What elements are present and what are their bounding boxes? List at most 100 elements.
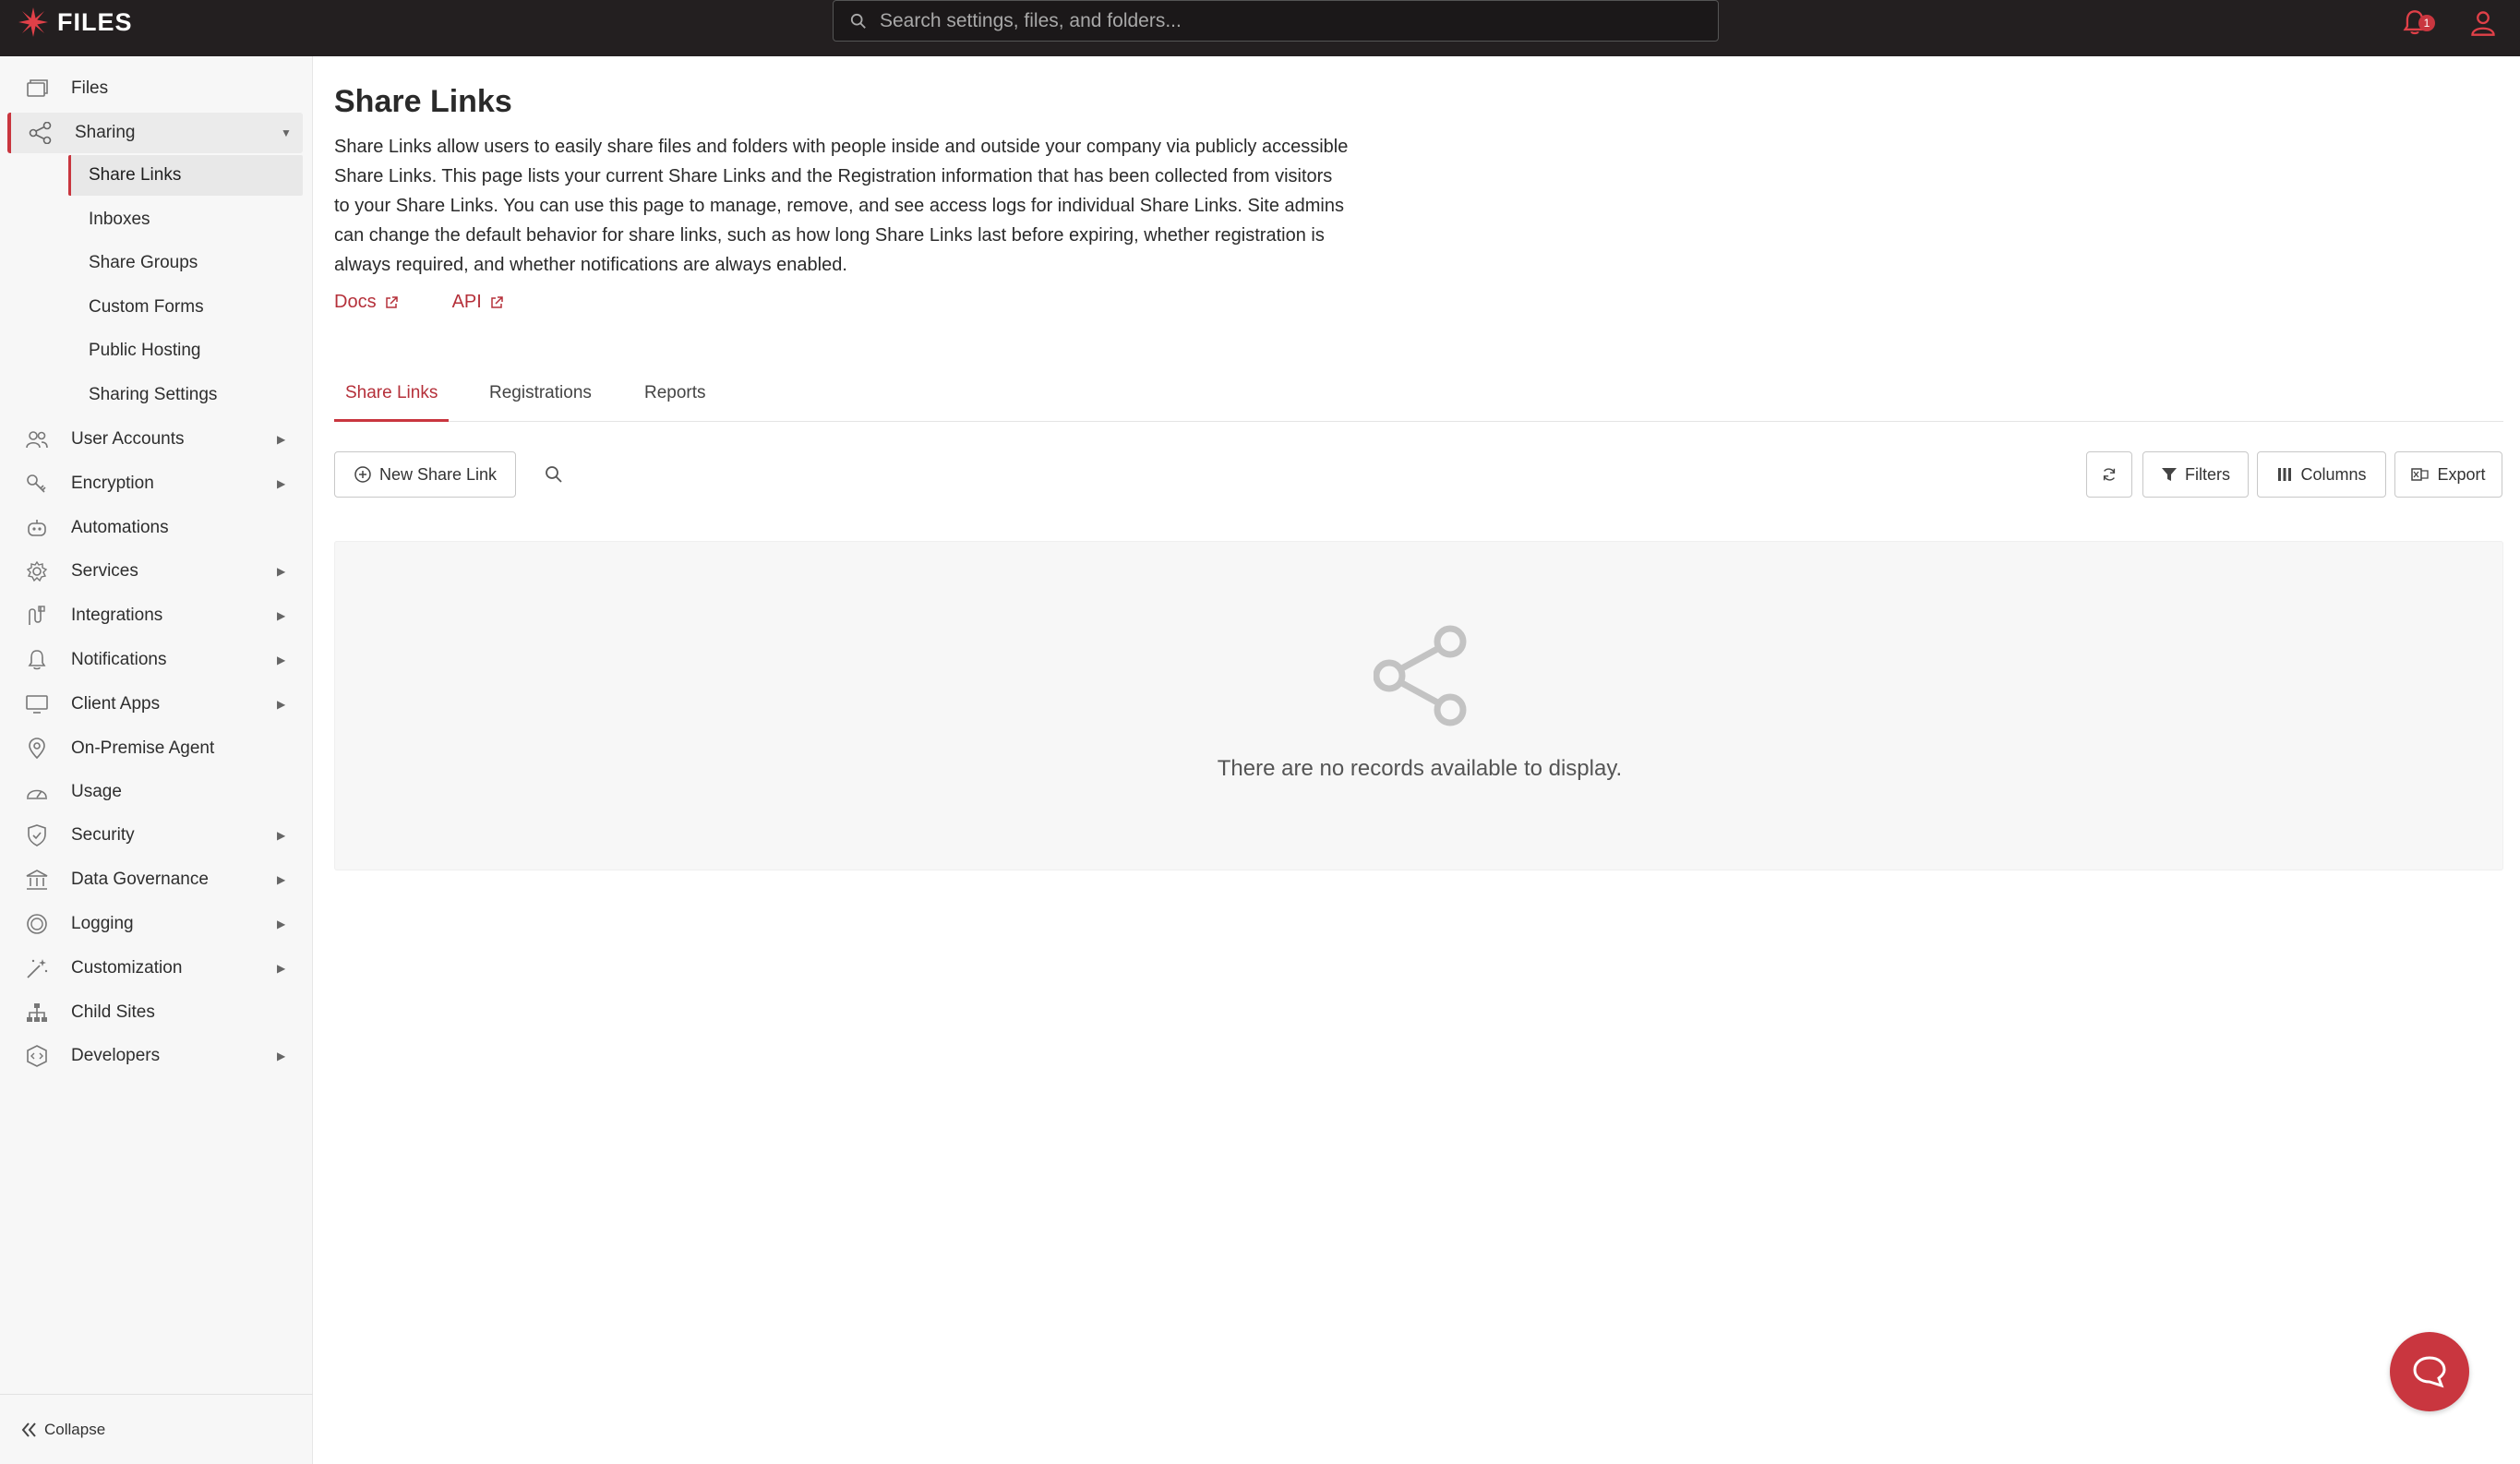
tab-reports[interactable]: Reports (644, 372, 706, 422)
sidebar-item-label: Customization (71, 958, 183, 978)
sidebar-subitem-label: Sharing Settings (89, 385, 218, 404)
collapse-label: Collapse (44, 1420, 106, 1438)
chat-bubble-icon (2413, 1356, 2446, 1388)
sidebar-item-label: Client Apps (71, 694, 161, 714)
bank-icon (26, 870, 48, 890)
sidebar-item-encryption[interactable]: Encryption ▶ (0, 463, 313, 504)
robot-icon (28, 520, 46, 536)
sitemap-icon (27, 1003, 47, 1022)
chevron-right-icon: ▶ (277, 609, 286, 622)
sidebar-item-developers[interactable]: Developers ▶ (0, 1036, 313, 1076)
tab-label: Reports (644, 383, 706, 402)
doc-links: Docs API (334, 292, 504, 313)
chevron-right-icon: ▶ (277, 829, 286, 842)
sidebar-item-child-sites[interactable]: Child Sites (0, 992, 313, 1033)
sidebar-item-label: User Accounts (71, 429, 185, 449)
users-icon (26, 431, 48, 449)
page-title: Share Links (334, 84, 512, 119)
monitor-icon (26, 695, 48, 714)
sidebar-subitem-inboxes[interactable]: Inboxes (68, 199, 303, 240)
plus-circle-icon (354, 466, 371, 483)
chat-support-button[interactable] (2390, 1332, 2469, 1411)
sidebar-subitem-sharing-settings[interactable]: Sharing Settings (68, 375, 303, 415)
magic-wand-icon (27, 959, 48, 978)
sidebar-subitem-label: Custom Forms (89, 297, 204, 317)
sidebar-item-services[interactable]: Services ▶ (0, 551, 313, 592)
sidebar-item-user-accounts[interactable]: User Accounts ▶ (0, 419, 313, 460)
sidebar-item-security[interactable]: Security ▶ (0, 815, 313, 856)
user-profile-icon[interactable] (2470, 9, 2496, 37)
gauge-icon (27, 789, 47, 799)
chevron-right-icon: ▶ (277, 565, 286, 578)
export-button[interactable]: Export (2394, 451, 2502, 498)
sidebar-item-data-governance[interactable]: Data Governance ▶ (0, 859, 313, 900)
sidebar-subitem-share-groups[interactable]: Share Groups (68, 243, 303, 283)
docs-link[interactable]: Docs (334, 292, 399, 313)
filters-button[interactable]: Filters (2142, 451, 2249, 498)
tab-share-links[interactable]: Share Links (334, 372, 450, 422)
sidebar-item-usage[interactable]: Usage (0, 772, 313, 812)
new-share-link-button[interactable]: New Share Link (334, 451, 516, 498)
top-bar: FILES 1 (0, 0, 2520, 56)
filter-icon (2162, 468, 2177, 481)
columns-icon (2278, 468, 2292, 481)
sidebar-item-label: Sharing (75, 123, 136, 142)
shield-icon (28, 824, 46, 846)
tab-label: Share Links (345, 383, 438, 402)
logo[interactable]: FILES (17, 6, 133, 39)
sidebar-subitem-label: Share Groups (89, 253, 198, 272)
sidebar-item-sharing[interactable]: Sharing ▼ (7, 113, 303, 153)
notification-count-badge: 1 (2418, 15, 2435, 31)
sidebar-collapse-button[interactable]: Collapse (0, 1394, 313, 1464)
sidebar-item-notifications[interactable]: Notifications ▶ (0, 640, 313, 680)
gear-icon (26, 560, 48, 582)
sidebar-item-label: Usage (71, 782, 122, 801)
main-content: Share Links Share Links allow users to e… (313, 56, 2520, 1464)
api-link-label: API (451, 292, 482, 312)
sidebar-item-label: Child Sites (71, 1002, 155, 1022)
sidebar-item-files[interactable]: Files (0, 68, 313, 109)
bell-icon (28, 650, 46, 670)
sidebar-subitem-label: Share Links (89, 165, 182, 185)
chevron-right-icon: ▶ (277, 698, 286, 711)
sidebar-item-label: Security (71, 825, 135, 845)
sidebar-item-label: On-Premise Agent (71, 738, 215, 758)
empty-state-message: There are no records available to displa… (1217, 756, 1623, 781)
files-icon (27, 79, 48, 97)
sidebar-item-automations[interactable]: Automations (0, 508, 313, 548)
sidebar: Files Sharing ▼ Share Links Inboxes Shar… (0, 56, 313, 1464)
search-input[interactable] (880, 9, 1692, 32)
api-link[interactable]: API (452, 292, 504, 313)
sidebar-item-label: Encryption (71, 474, 154, 493)
integrations-icon (29, 606, 45, 625)
sidebar-item-integrations[interactable]: Integrations ▶ (0, 595, 313, 636)
sidebar-subitem-custom-forms[interactable]: Custom Forms (68, 287, 303, 328)
sidebar-item-label: Services (71, 561, 138, 581)
columns-button[interactable]: Columns (2257, 451, 2386, 498)
sidebar-subitem-public-hosting[interactable]: Public Hosting (68, 330, 303, 371)
sidebar-item-label: Automations (71, 518, 169, 537)
sidebar-item-logging[interactable]: Logging ▶ (0, 904, 313, 944)
sidebar-item-client-apps[interactable]: Client Apps ▶ (0, 684, 313, 725)
code-icon (27, 1045, 47, 1067)
chevron-right-icon: ▶ (277, 433, 286, 446)
refresh-button[interactable] (2086, 451, 2132, 498)
new-share-link-label: New Share Link (378, 464, 498, 484)
columns-label: Columns (2300, 464, 2367, 484)
sidebar-subitem-share-links[interactable]: Share Links (68, 155, 303, 196)
search-icon (850, 13, 866, 29)
export-label: Export (2437, 464, 2486, 484)
tab-bar: Share Links Registrations Reports (334, 372, 2503, 422)
share-icon (1374, 625, 1467, 726)
sidebar-item-customization[interactable]: Customization ▶ (0, 948, 313, 989)
tab-registrations[interactable]: Registrations (489, 372, 592, 422)
chevron-right-icon: ▶ (277, 477, 286, 490)
export-icon (2411, 468, 2430, 481)
sidebar-item-label: Integrations (71, 606, 163, 625)
table-search-icon[interactable] (545, 465, 563, 484)
chevron-right-icon: ▶ (277, 873, 286, 886)
filters-label: Filters (2185, 464, 2230, 484)
global-search[interactable] (833, 0, 1719, 42)
sidebar-item-on-premise-agent[interactable]: On-Premise Agent (0, 728, 313, 769)
sidebar-item-label: Developers (71, 1046, 161, 1065)
